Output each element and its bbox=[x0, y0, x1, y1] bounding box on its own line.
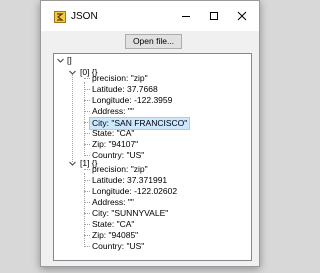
tree-connector bbox=[84, 202, 90, 203]
close-icon[interactable] bbox=[231, 7, 253, 25]
tree-leaf-latitude[interactable]: Latitude: 37.7668 bbox=[92, 84, 158, 95]
tree-connector bbox=[84, 235, 90, 236]
tree-connector bbox=[84, 100, 90, 101]
tree-leaf-zip[interactable]: Zip: "94085" bbox=[92, 230, 138, 241]
expand-group-0-chevron-down-icon[interactable] bbox=[68, 68, 77, 77]
tree-leaf-address[interactable]: Address: "" bbox=[92, 106, 134, 117]
expand-root-chevron-down-icon[interactable] bbox=[56, 56, 65, 65]
tree-connector bbox=[84, 144, 90, 145]
tree-connector bbox=[72, 73, 73, 162]
expand-group-1-chevron-down-icon[interactable] bbox=[68, 159, 77, 168]
minimize-icon[interactable] bbox=[175, 7, 197, 25]
tree-leaf-precision[interactable]: precision: "zip" bbox=[92, 73, 148, 84]
tree-connector bbox=[84, 180, 90, 181]
tree-leaf-country[interactable]: Country: "US" bbox=[92, 150, 144, 161]
tree-leaf-state[interactable]: State: "CA" bbox=[92, 128, 134, 139]
tree-connector bbox=[84, 89, 90, 90]
tree-connector bbox=[84, 133, 90, 134]
tree-leaf-country[interactable]: Country: "US" bbox=[92, 241, 144, 252]
tree-leaf-longitude[interactable]: Longitude: -122.3959 bbox=[92, 95, 172, 106]
tree-connector bbox=[84, 224, 90, 225]
tree-connector bbox=[84, 213, 90, 214]
tree-connector bbox=[84, 78, 90, 79]
tree-connector bbox=[84, 111, 90, 112]
tree-connector bbox=[84, 155, 90, 156]
tree-connector bbox=[84, 169, 90, 170]
maximize-icon[interactable] bbox=[203, 7, 225, 25]
title-bar[interactable]: JSON bbox=[41, 1, 259, 31]
json-tree-view[interactable]: [] [0] {} precision: "zip" Latitude: 37.… bbox=[53, 53, 252, 261]
tree-root-node[interactable]: [] bbox=[67, 55, 72, 66]
tree-leaf-latitude[interactable]: Latitude: 37.371991 bbox=[92, 175, 167, 186]
tree-leaf-longitude[interactable]: Longitude: -122.02602 bbox=[92, 186, 177, 197]
tree-leaf-city[interactable]: City: "SUNNYVALE" bbox=[92, 208, 168, 219]
open-file-button[interactable]: Open file... bbox=[125, 34, 182, 49]
tree-connector bbox=[84, 191, 90, 192]
tree-leaf-state[interactable]: State: "CA" bbox=[92, 219, 134, 230]
app-window: JSON Open file... [] [0] {} precision: "… bbox=[40, 0, 260, 267]
app-logo-icon bbox=[54, 11, 66, 23]
tree-leaf-precision[interactable]: precision: "zip" bbox=[92, 164, 148, 175]
tree-leaf-zip[interactable]: Zip: "94107" bbox=[92, 139, 138, 150]
tree-connector bbox=[84, 246, 90, 247]
window-title: JSON bbox=[71, 11, 98, 22]
tree-leaf-address[interactable]: Address: "" bbox=[92, 197, 134, 208]
